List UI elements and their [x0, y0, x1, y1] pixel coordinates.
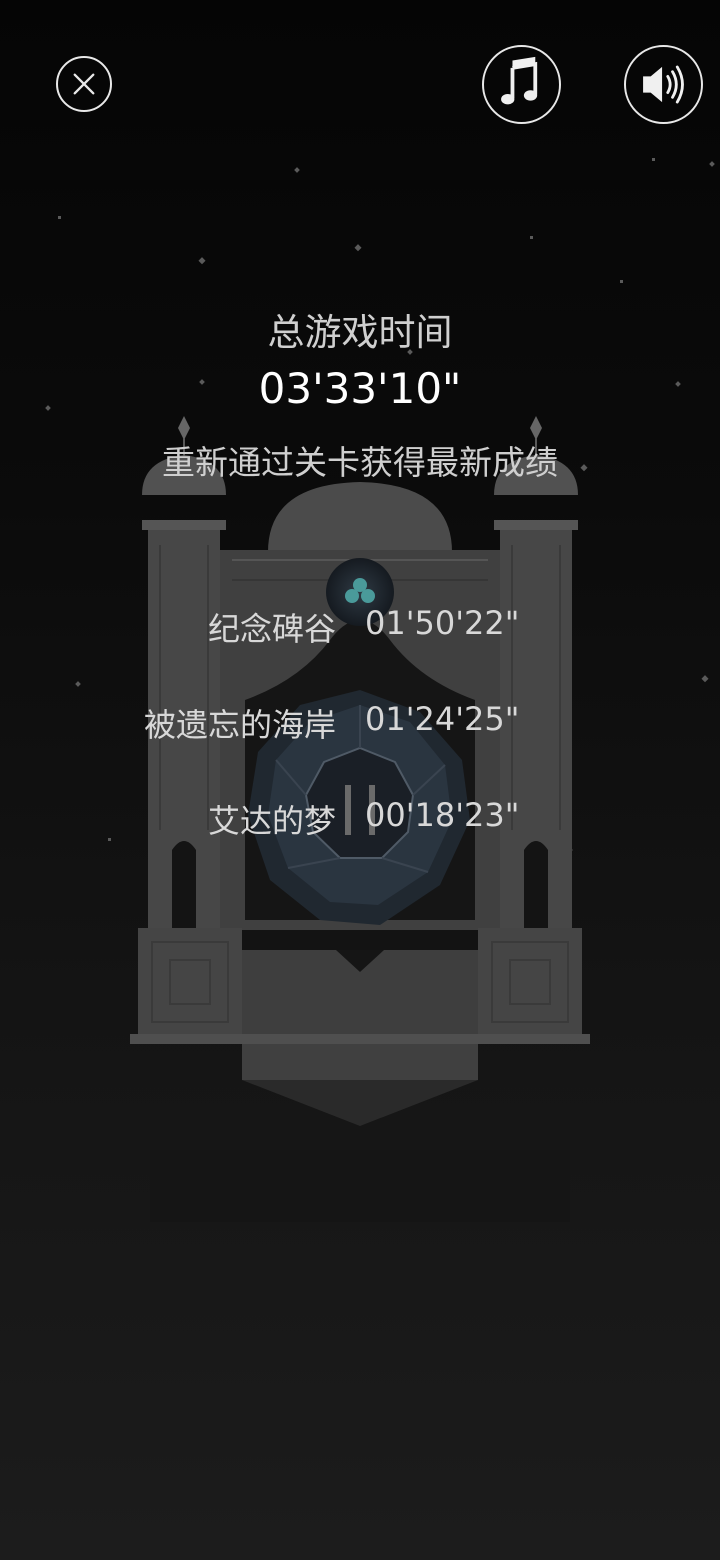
- monument-illustration: [130, 416, 590, 1222]
- speaker-sound-icon: [643, 65, 684, 104]
- level-time: 01'24'25": [365, 700, 520, 738]
- level-name: 被遗忘的海岸: [143, 706, 336, 744]
- level-time: 00'18'23": [365, 796, 520, 834]
- sound-toggle-button[interactable]: [624, 45, 703, 124]
- total-time-label: 总游戏时间: [267, 311, 453, 354]
- close-icon: [73, 73, 95, 95]
- close-button[interactable]: [56, 56, 112, 112]
- replay-hint: 重新通过关卡获得最新成绩: [162, 443, 558, 482]
- level-time: 01'50'22": [365, 604, 520, 642]
- music-toggle-button[interactable]: [482, 45, 561, 124]
- level-name: 艾达的梦: [207, 802, 336, 840]
- level-name: 纪念碑谷: [207, 610, 336, 648]
- music-note-icon: [501, 56, 538, 105]
- total-time-value: 03'33'10": [258, 364, 462, 413]
